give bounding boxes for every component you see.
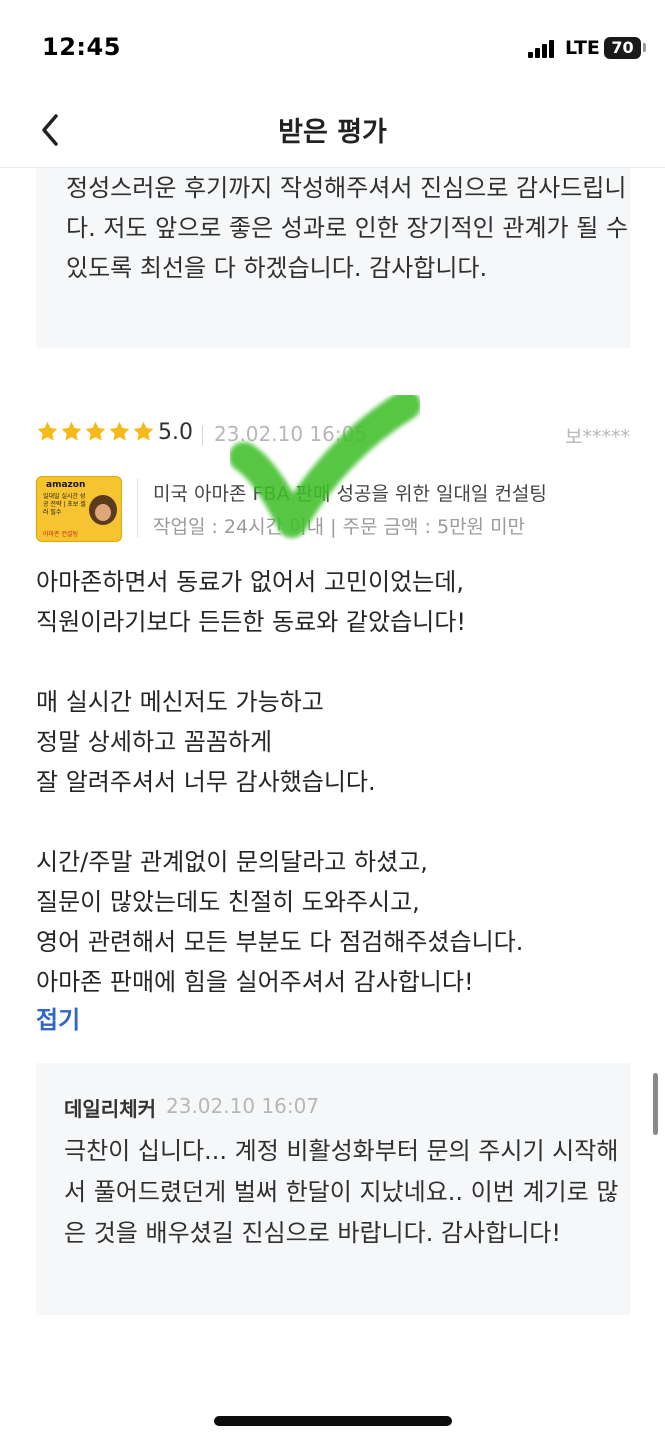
review-body-line: 매 실시간 메신저도 가능하고 — [36, 688, 324, 716]
seller-reply: 데일리체커 23.02.10 16:07 극찬이 십니다... 계정 비활성화부… — [36, 1063, 630, 1315]
home-indicator[interactable] — [214, 1416, 452, 1426]
review-score: 5.0 — [158, 420, 193, 445]
star-icon — [37, 421, 58, 441]
thumbnail-brand: amazon — [46, 480, 86, 490]
status-time: 12:45 — [42, 33, 121, 61]
star-rating — [36, 420, 156, 448]
review-body-spacer — [36, 642, 630, 682]
reply-author: 데일리체커 — [64, 1097, 156, 1121]
battery-tip — [643, 43, 646, 52]
reviewer-name: 보***** — [565, 426, 630, 448]
thumbnail-sub: 아마존 컨설팅 — [43, 531, 79, 538]
review-body-line: 아마존하면서 동료가 없어서 고민이었는데, — [36, 568, 464, 596]
review-body-line: 정말 상세하고 꼼꼼하게 — [36, 728, 273, 756]
page-title: 받은 평가 — [278, 117, 387, 148]
gig-info[interactable]: amazon 일대일 실시간 성공 전략 | 초보 셀러 필수 아마존 컨설팅 … — [36, 474, 630, 544]
navigation-header: 받은 평가 — [0, 92, 665, 168]
review-body-spacer — [36, 802, 630, 842]
fold-button[interactable]: 접기 — [36, 1000, 80, 1035]
review-date: 23.02.10 16:05 — [214, 422, 368, 446]
star-icon — [133, 421, 154, 441]
review-body-line: 잘 알려주셔서 너무 감사했습니다. — [36, 768, 376, 796]
gig-title[interactable]: 미국 아마존 FBA 판매 성공을 위한 일대일 컨설팅 — [153, 479, 547, 506]
star-icon — [61, 421, 82, 441]
divider — [202, 425, 203, 445]
previous-reply-text: 정성스러운 후기까지 작성해주셔서 진심으로 감사드립니다. 저도 앞으로 좋은… — [66, 174, 629, 282]
reply-text: 극찬이 십니다... 계정 비활성화부터 문의 주시기 시작해서 풀어드렸던게 … — [64, 1137, 619, 1247]
reply-date: 23.02.10 16:07 — [166, 1094, 320, 1118]
gig-thumbnail[interactable]: amazon 일대일 실시간 성공 전략 | 초보 셀러 필수 아마존 컨설팅 — [36, 476, 122, 542]
previous-seller-reply: 정성스러운 후기까지 작성해주셔서 진심으로 감사드립니다. 저도 앞으로 좋은… — [36, 168, 630, 348]
review-body-line: 아마존 판매에 힘을 실어주셔서 감사합니다! — [36, 968, 474, 996]
signal-strength-icon — [528, 40, 558, 58]
review-body-line: 영어 관련해서 모든 부분도 다 점검해주셨습니다. — [36, 928, 524, 956]
status-bar: 12:45 LTE 70 — [0, 0, 665, 92]
avatar — [89, 495, 117, 525]
review-body-line: 질문이 많았는데도 친절히 도와주시고, — [36, 888, 420, 916]
star-icon — [85, 421, 106, 441]
review-body-line: 직원이라기보다 든든한 동료와 같았습니다! — [36, 608, 466, 636]
thumbnail-text: 일대일 실시간 성공 전략 | 초보 셀러 필수 — [43, 493, 86, 516]
scrollbar[interactable] — [653, 1073, 658, 1135]
divider — [137, 478, 138, 538]
review-header: 5.0 23.02.10 16:05 보***** — [36, 418, 630, 452]
star-icon — [109, 421, 130, 441]
network-type: LTE — [565, 37, 600, 59]
review-body: 아마존하면서 동료가 없어서 고민이었는데, 직원이라기보다 든든한 동료와 같았… — [36, 562, 630, 1002]
battery-icon: 70 — [604, 37, 641, 59]
review-body-line: 시간/주말 관계없이 문의달라고 하셨고, — [36, 848, 428, 876]
gig-meta: 작업일 : 24시간 이내 | 주문 금액 : 5만원 미만 — [153, 516, 526, 538]
